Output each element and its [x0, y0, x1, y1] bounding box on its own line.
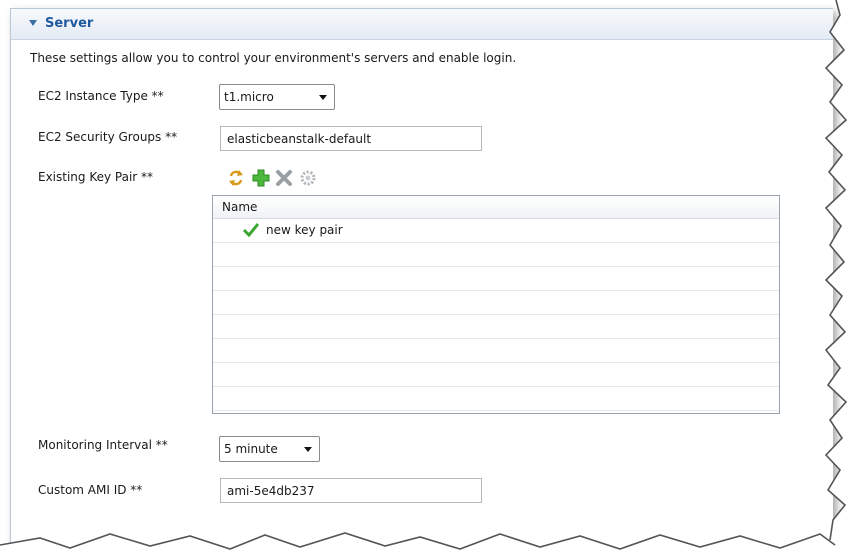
torn-edge-decoration	[0, 0, 857, 558]
